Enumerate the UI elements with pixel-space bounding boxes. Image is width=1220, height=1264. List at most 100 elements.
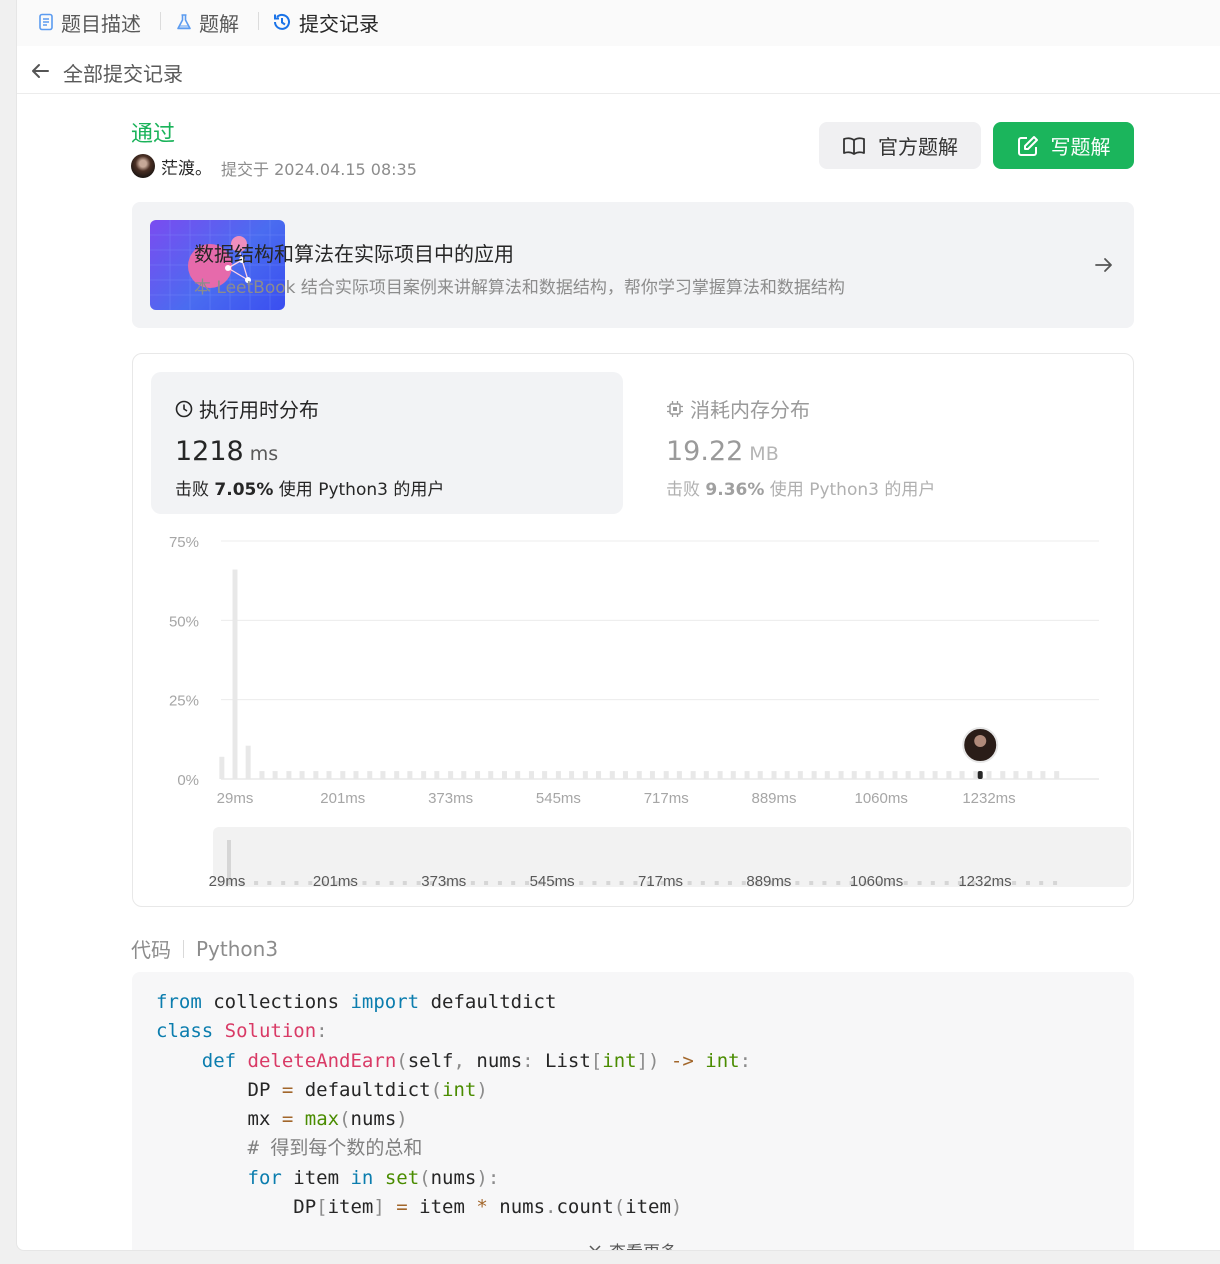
runtime-label-text: 执行用时分布: [199, 398, 319, 422]
chart-bar: [340, 771, 346, 779]
chart-bar: [502, 771, 508, 779]
official-solution-button[interactable]: 官方题解: [819, 122, 981, 169]
overview-bar: [497, 881, 502, 885]
tab-submissions[interactable]: 提交记录: [271, 8, 379, 36]
overview-bar: [375, 881, 380, 885]
memory-label[interactable]: 消耗内存分布: [666, 394, 810, 423]
chart-bar: [461, 771, 467, 779]
chart-bar: [878, 771, 884, 779]
memory-unit: MB: [749, 443, 779, 465]
chart-bar: [824, 771, 830, 779]
write-solution-button[interactable]: 写题解: [993, 122, 1134, 169]
overview-tick-label: 889ms: [746, 873, 791, 890]
chart-bar: [622, 771, 628, 779]
overview-bar: [944, 881, 949, 885]
chart-bar: [771, 771, 777, 779]
banner-title[interactable]: 数据结构和算法在实际项目中的应用: [194, 238, 514, 267]
beat-suffix: 使用 Python3 的用户: [769, 480, 936, 500]
overview-bar: [254, 881, 259, 885]
memory-number: 19.22: [666, 436, 744, 467]
arrow-left-icon[interactable]: [29, 60, 51, 82]
chart-bar: [959, 771, 965, 779]
beat-suffix: 使用 Python3 的用户: [278, 480, 445, 500]
chart-bar: [690, 771, 696, 779]
avatar[interactable]: [131, 154, 155, 178]
beat-prefix: 击败: [175, 480, 209, 500]
overview-bar: [795, 881, 800, 885]
chart-bar: [730, 771, 736, 779]
tab-label: 题目描述: [61, 11, 141, 36]
chart-bar: [797, 771, 803, 779]
y-tick-label: 75%: [169, 534, 199, 551]
chart-bar: [811, 771, 817, 779]
overview-bar: [525, 881, 530, 885]
overview-bar: [687, 881, 692, 885]
code-block: from collections import defaultdict clas…: [132, 972, 1134, 1250]
overview-bar: [1012, 881, 1017, 885]
overview-bar: [579, 881, 584, 885]
chart-bar: [1000, 771, 1006, 779]
chart-bar: [892, 771, 898, 779]
tab-description[interactable]: 题目描述: [37, 8, 141, 36]
overview-bar: [727, 881, 732, 885]
chart-bar: [757, 771, 763, 779]
overview-bar: [416, 881, 421, 885]
tab-label: 提交记录: [299, 11, 379, 36]
overview-bar: [836, 881, 841, 885]
back-to-all-submissions[interactable]: 全部提交记录: [63, 58, 183, 87]
overview-bar: [1025, 881, 1030, 885]
highlight-bar: [977, 771, 983, 779]
overview-tick-label: 29ms: [209, 873, 246, 890]
overview-bar: [700, 881, 705, 885]
chart-bar: [986, 771, 992, 779]
show-more-button[interactable]: 查看更多: [587, 1238, 677, 1250]
chart-bar: [582, 771, 588, 779]
code-text[interactable]: from collections import defaultdict clas…: [156, 988, 751, 1222]
overview-bar: [389, 881, 394, 885]
overview-bar: [633, 881, 638, 885]
chart-bar: [245, 745, 251, 779]
overview-bar: [362, 881, 367, 885]
tab-bar: 题目描述 题解 提交记录: [17, 0, 1220, 46]
chart-bar: [434, 771, 440, 779]
x-tick-label: 889ms: [752, 790, 797, 807]
chart-bar: [703, 771, 709, 779]
runtime-beat-pct: 7.05%: [214, 480, 274, 500]
chart-bar: [717, 771, 723, 779]
chart-bar: [555, 771, 561, 779]
clock-icon: [175, 400, 193, 417]
overview-bar: [822, 881, 827, 885]
chart-bar: [1013, 771, 1019, 779]
memory-label-text: 消耗内存分布: [690, 398, 810, 422]
x-tick-label: 201ms: [320, 790, 365, 807]
chart-bar: [609, 771, 615, 779]
overview-bar: [470, 881, 475, 885]
chart-bar: [299, 771, 305, 779]
author-name[interactable]: 茫渡。: [161, 154, 212, 179]
memory-beat-pct: 9.36%: [705, 480, 765, 500]
overview-bar: [592, 881, 597, 885]
overview-bar: [903, 881, 908, 885]
overview-tick-label: 201ms: [313, 873, 358, 890]
overview-tick-label: 1232ms: [958, 873, 1011, 890]
overview-bar: [606, 881, 611, 885]
chart-bar: [219, 756, 225, 779]
chart-bar: [932, 771, 938, 779]
tab-divider: [160, 12, 161, 30]
write-solution-label: 写题解: [1050, 135, 1111, 159]
runtime-number: 1218: [175, 436, 244, 467]
tab-solutions[interactable]: 题解: [175, 8, 239, 36]
arrow-right-icon[interactable]: [1093, 254, 1115, 276]
user-avatar-marker-face: [974, 735, 987, 747]
chart-bar: [259, 771, 265, 779]
overview-tick-label: 717ms: [638, 873, 683, 890]
chart-bar: [475, 771, 481, 779]
chart-bar: [919, 771, 925, 779]
chart-bar: [528, 771, 534, 779]
overview-tick-label: 1060ms: [850, 873, 903, 890]
sub-header: [17, 46, 1220, 94]
chart-bar: [1054, 771, 1060, 779]
tab-label: 题解: [199, 11, 239, 36]
code-label: 代码: [131, 938, 171, 962]
memory-value: 19.22 MB: [666, 436, 779, 467]
